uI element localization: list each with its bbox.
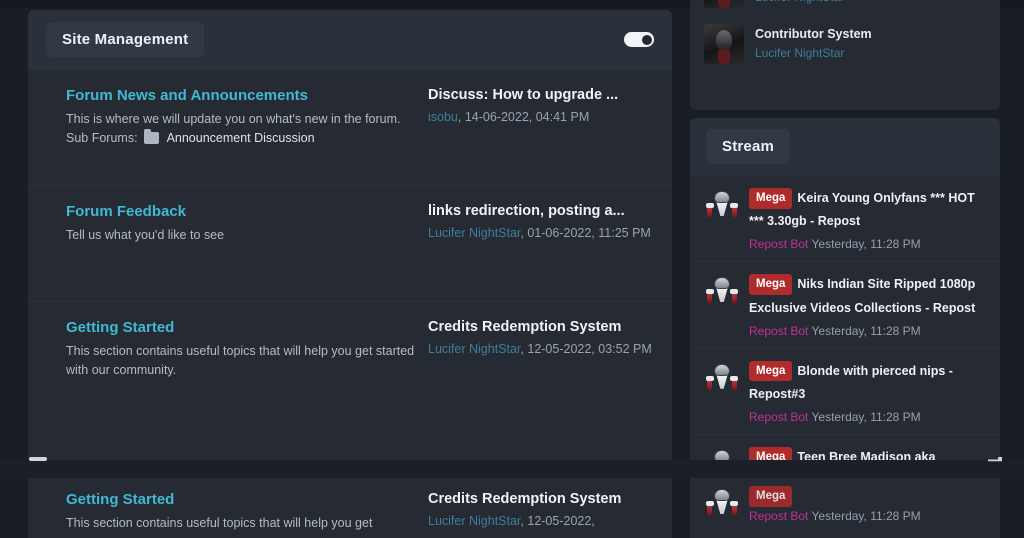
last-post-meta: isobu, 14-06-2022, 04:41 PM xyxy=(428,108,658,127)
forum-info: Getting Started This section contains us… xyxy=(28,318,428,417)
site-management-header: Site Management xyxy=(28,10,672,69)
stream-list-clipped: Mega Repost Bot Yesterday, 11:28 PM xyxy=(690,478,1000,538)
last-post-title-link[interactable]: Credits Redemption System xyxy=(428,490,658,509)
subforums-label: Sub Forums: xyxy=(66,130,138,145)
forum-row[interactable]: Forum News and Announcements This is whe… xyxy=(28,69,672,185)
last-post-cell: Discuss: How to upgrade ... isobu, 14-06… xyxy=(428,86,672,185)
stream-title[interactable]: Stream xyxy=(706,129,791,164)
stream-text: Mega Repost Bot Yesterday, 11:28 PM xyxy=(749,484,986,523)
bot-avatar-icon xyxy=(706,361,738,393)
recent-user-link[interactable]: Lucifer NightStar xyxy=(755,46,844,60)
last-post-user-link[interactable]: Lucifer NightStar xyxy=(428,226,520,240)
bot-avatar-icon xyxy=(706,274,738,306)
last-post-cell: Credits Redemption System Lucifer NightS… xyxy=(428,490,672,538)
stream-header: Stream xyxy=(690,118,1000,175)
stream-meta: Repost Bot Yesterday, 11:28 PM xyxy=(749,237,986,251)
forum-title-link[interactable]: Forum Feedback xyxy=(66,202,428,222)
last-post-user-link[interactable]: Lucifer NightStar xyxy=(428,514,520,528)
forum-row[interactable]: Getting Started This section contains us… xyxy=(28,301,672,417)
stream-user-link[interactable]: Repost Bot xyxy=(749,237,808,251)
status-badge: Mega xyxy=(749,188,793,209)
stream-meta: Repost Bot Yesterday, 11:28 PM xyxy=(749,509,986,523)
last-post-cell: links redirection, posting a... Lucifer … xyxy=(428,202,672,301)
last-post-title-link[interactable]: Discuss: How to upgrade ... xyxy=(428,86,658,105)
stream-user-link[interactable]: Repost Bot xyxy=(749,324,808,338)
stream-meta: Repost Bot Yesterday, 11:28 PM xyxy=(749,410,986,424)
site-management-title[interactable]: Site Management xyxy=(46,22,205,57)
forum-description: Tell us what you'd like to see xyxy=(66,227,225,242)
forum-row[interactable]: Getting Started This section contains us… xyxy=(28,478,672,538)
stream-user-link[interactable]: Repost Bot xyxy=(749,410,808,424)
stream-time: Yesterday, 11:28 PM xyxy=(808,509,921,524)
avatar xyxy=(704,0,744,8)
last-post-title-link[interactable]: links redirection, posting a... xyxy=(428,202,658,221)
recent-user-link[interactable]: Lucifer NightStar xyxy=(755,0,844,4)
last-post-date: , 12-05-2022, 03:52 PM xyxy=(520,341,652,356)
stream-text: Mega Blonde with pierced nips - Repost#3 … xyxy=(749,359,986,424)
folder-icon xyxy=(143,128,159,144)
last-post-meta: Lucifer NightStar, 12-05-2022, xyxy=(428,512,658,531)
stream-text: Mega Keira Young Onlyfans *** HOT *** 3.3… xyxy=(749,186,986,251)
subforums-row: Sub Forums: Announcement Discussion xyxy=(66,128,428,145)
stream-list-item[interactable]: Mega Blonde with pierced nips - Repost#3 … xyxy=(690,347,1000,434)
last-post-meta: Lucifer NightStar, 12-05-2022, 03:52 PM xyxy=(428,340,658,359)
avatar xyxy=(704,24,744,64)
stream-text: Mega Niks Indian Site Ripped 1080p Exclus… xyxy=(749,272,986,338)
forum-list-clipped: Getting Started This section contains us… xyxy=(28,478,672,538)
list-item[interactable]: Credits Redemption System Lucifer NightS… xyxy=(690,0,1000,16)
last-post-meta: Lucifer NightStar, 01-06-2022, 11:25 PM xyxy=(428,224,658,243)
stream-title-line: Mega Niks Indian Site Ripped 1080p Exclus… xyxy=(749,274,975,315)
stream-list-item[interactable]: Mega Niks Indian Site Ripped 1080p Exclus… xyxy=(690,261,1000,347)
forum-info: Forum Feedback Tell us what you'd like t… xyxy=(28,202,428,301)
recent-text: Contributor System Lucifer NightStar xyxy=(755,26,872,63)
forum-description: This section contains useful topics that… xyxy=(66,343,415,377)
status-badge: Mega xyxy=(749,274,793,296)
last-post-user-link[interactable]: isobu xyxy=(428,110,458,124)
bot-avatar-icon xyxy=(706,486,738,518)
forum-info: Getting Started This section contains us… xyxy=(28,490,428,538)
stream-list-item[interactable]: Mega Keira Young Onlyfans *** HOT *** 3.3… xyxy=(690,175,1000,261)
viewport-split-band xyxy=(0,460,1024,478)
stream-time: Yesterday, 11:28 PM xyxy=(808,410,921,425)
stream-meta: Repost Bot Yesterday, 11:28 PM xyxy=(749,324,986,338)
site-management-panel: Site Management Forum News and Announcem… xyxy=(28,10,672,460)
forum-description: This is where we will update you on what… xyxy=(66,111,401,126)
recent-text: Credits Redemption System Lucifer NightS… xyxy=(755,0,922,6)
subforum-link[interactable]: Announcement Discussion xyxy=(167,131,315,145)
last-post-cell: Credits Redemption System Lucifer NightS… xyxy=(428,318,672,417)
last-post-title-link[interactable]: Credits Redemption System xyxy=(428,318,658,337)
stream-title-line: Mega xyxy=(749,486,797,507)
status-badge: Mega xyxy=(749,360,793,382)
forum-info: Forum News and Announcements This is whe… xyxy=(28,86,428,185)
list-item[interactable]: Contributor System Lucifer NightStar xyxy=(690,16,1000,72)
forum-title-link[interactable]: Getting Started xyxy=(66,318,428,338)
page-root: Site Management Forum News and Announcem… xyxy=(0,0,1024,538)
status-badge: Mega xyxy=(749,486,793,507)
forum-title-link[interactable]: Forum News and Announcements xyxy=(66,86,428,106)
forum-description: This section contains useful topics that… xyxy=(66,515,373,530)
stream-list-item[interactable]: Mega Repost Bot Yesterday, 11:28 PM xyxy=(690,478,1000,533)
drag-handle[interactable] xyxy=(29,457,47,461)
toggle-knob xyxy=(641,34,652,45)
recent-threads-panel: Credits Redemption System Lucifer NightS… xyxy=(690,0,1000,110)
stream-title-line: Mega Keira Young Onlyfans *** HOT *** 3.3… xyxy=(749,188,975,229)
bot-avatar-icon xyxy=(706,188,738,220)
stream-time: Yesterday, 11:28 PM xyxy=(808,323,921,338)
last-post-date: , 14-06-2022, 04:41 PM xyxy=(457,109,590,124)
stream-title-line: Mega Blonde with pierced nips - Repost#3 xyxy=(749,360,953,402)
recent-title-link[interactable]: Contributor System xyxy=(755,26,872,43)
last-post-user-link[interactable]: Lucifer NightStar xyxy=(428,342,520,356)
stream-user-link[interactable]: Repost Bot xyxy=(749,509,808,523)
forum-title-link[interactable]: Getting Started xyxy=(66,490,428,510)
last-post-date: , 12-05-2022, xyxy=(520,513,595,528)
forum-row[interactable]: Forum Feedback Tell us what you'd like t… xyxy=(28,185,672,301)
collapse-toggle[interactable] xyxy=(624,32,654,47)
last-post-date: , 01-06-2022, 11:25 PM xyxy=(520,225,651,240)
stream-time: Yesterday, 11:28 PM xyxy=(808,237,921,252)
